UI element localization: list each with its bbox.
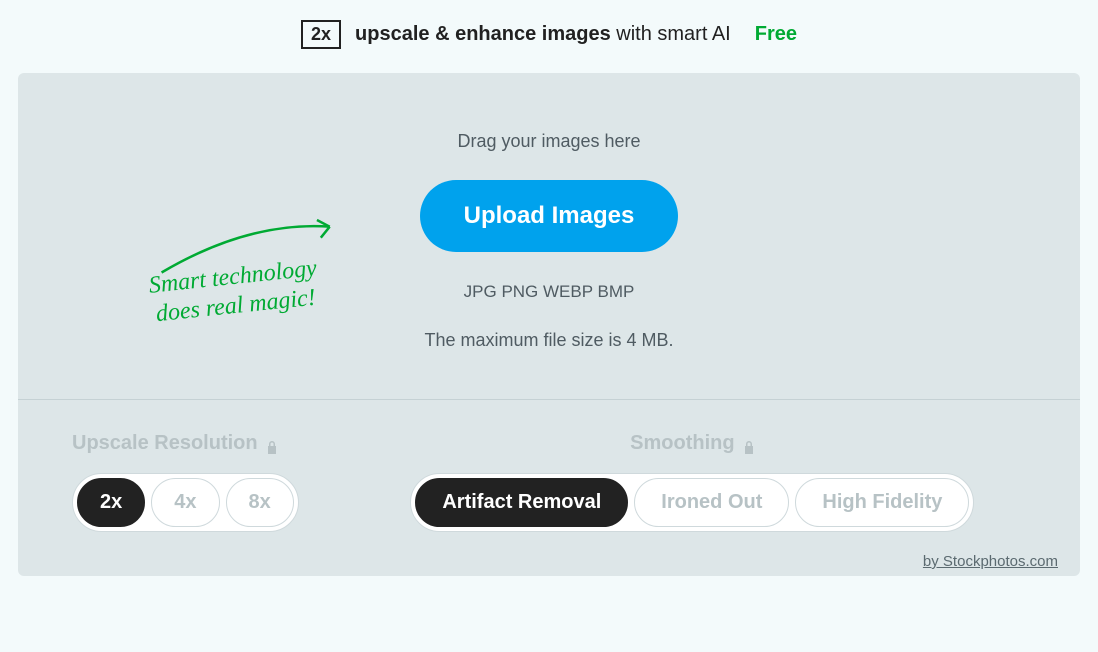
attribution-link[interactable]: by Stockphotos.com	[923, 553, 1058, 570]
smoothing-title-text: Smoothing	[630, 432, 734, 455]
resolution-group: Upscale Resolution 2x 4x 8x	[72, 432, 299, 532]
drop-zone[interactable]: Smart technology does real magic! Drag y…	[18, 73, 1080, 399]
marketing-callout: Smart technology does real magic!	[147, 254, 321, 329]
headline-free-badge: Free	[755, 23, 797, 46]
headline-text: upscale & enhance images with smart AI	[355, 23, 731, 46]
resolution-segmented: 2x 4x 8x	[72, 473, 299, 532]
lock-icon	[266, 437, 278, 451]
upload-button[interactable]: Upload Images	[420, 180, 679, 252]
smoothing-group: Smoothing Artifact Removal Ironed Out Hi…	[359, 432, 1026, 532]
resolution-option-8x[interactable]: 8x	[226, 478, 294, 527]
headline: 2x upscale & enhance images with smart A…	[0, 20, 1098, 49]
smoothing-option-artifact-removal[interactable]: Artifact Removal	[415, 478, 628, 527]
resolution-option-4x[interactable]: 4x	[151, 478, 219, 527]
smoothing-title: Smoothing	[630, 432, 754, 455]
smoothing-option-ironed-out[interactable]: Ironed Out	[634, 478, 789, 527]
resolution-title-text: Upscale Resolution	[72, 432, 258, 455]
headline-badge: 2x	[301, 20, 341, 49]
upload-card: Smart technology does real magic! Drag y…	[18, 73, 1080, 576]
controls-row: Upscale Resolution 2x 4x 8x Smoothing	[18, 400, 1080, 576]
headline-light: with smart AI	[611, 23, 731, 45]
resolution-title: Upscale Resolution	[72, 432, 299, 455]
max-file-size: The maximum file size is 4 MB.	[48, 330, 1050, 351]
resolution-option-2x[interactable]: 2x	[77, 478, 145, 527]
lock-icon	[743, 437, 755, 451]
drag-hint: Drag your images here	[48, 131, 1050, 152]
arrow-icon	[149, 209, 353, 280]
smoothing-segmented: Artifact Removal Ironed Out High Fidelit…	[410, 473, 974, 532]
smoothing-option-high-fidelity[interactable]: High Fidelity	[795, 478, 969, 527]
headline-bold: upscale & enhance images	[355, 23, 611, 45]
